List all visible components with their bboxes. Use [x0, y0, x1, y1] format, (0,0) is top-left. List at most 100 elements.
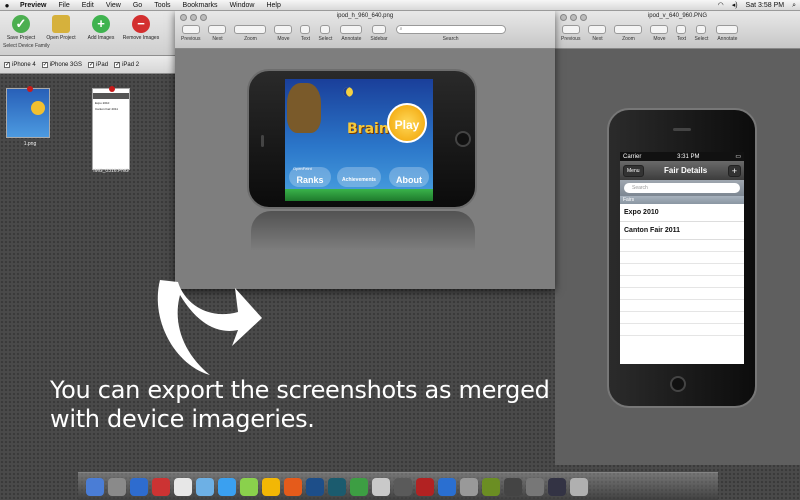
- finder-icon[interactable]: [86, 477, 104, 496]
- sidebar-button[interactable]: Sidebar: [370, 25, 388, 42]
- ios-status-bar: Carrier 3:31 PM ▭: [620, 152, 744, 161]
- checkmark-icon: ✓: [41, 61, 48, 68]
- thumbnail-1-caption: 1.png: [23, 141, 37, 147]
- ios-nav-bar: Menu Fair Details +: [620, 161, 744, 180]
- dock: [78, 472, 718, 500]
- about-button[interactable]: About: [389, 167, 429, 187]
- checkmark-icon: ✓: [114, 61, 121, 68]
- launchpad-icon[interactable]: [108, 477, 126, 496]
- spotlight-icon[interactable]: ⌕: [792, 0, 796, 11]
- menu-bookmarks[interactable]: Bookmarks: [177, 0, 224, 11]
- menu-tools[interactable]: Tools: [148, 0, 176, 11]
- text-button[interactable]: Text: [300, 25, 311, 42]
- appstore-icon[interactable]: [218, 477, 236, 496]
- clock[interactable]: Sat 3:58 PM: [746, 0, 785, 11]
- list-item[interactable]: Expo 2010: [620, 204, 744, 222]
- thumbnail-1[interactable]: [6, 86, 50, 138]
- annotate-button[interactable]: Annotate: [716, 25, 739, 42]
- menu-go[interactable]: Go: [127, 0, 148, 11]
- caption-line-1: You can export the screenshots as merged: [50, 376, 550, 404]
- menu-view[interactable]: View: [100, 0, 127, 11]
- thumbnail-2[interactable]: Expo 2010 Canton Fair 2011: [92, 86, 130, 170]
- previous-button[interactable]: Previous: [561, 25, 580, 42]
- checkbox-iphone4[interactable]: ✓ iPhone 4: [4, 61, 36, 68]
- achievements-button[interactable]: Achievements: [337, 167, 381, 187]
- save-icon: ✓: [12, 15, 30, 33]
- app-icon[interactable]: [504, 477, 522, 496]
- play-badge-icon: [31, 101, 45, 115]
- window-title: ipod_h_960_640.png: [336, 13, 394, 19]
- list-item[interactable]: Canton Fair 2011: [620, 222, 744, 240]
- menu-file[interactable]: File: [52, 0, 75, 11]
- window-titlebar[interactable]: ipod_h_960_640.png Previous Next Zoom Mo…: [175, 11, 555, 49]
- app-icon[interactable]: [482, 477, 500, 496]
- messages-icon[interactable]: [240, 477, 258, 496]
- speaker-grille: [261, 135, 264, 147]
- photoshop-icon[interactable]: [306, 477, 324, 496]
- plus-icon: +: [92, 15, 110, 33]
- openfeint-label: OpenFeint: [293, 166, 312, 171]
- grass-decoration: [285, 189, 433, 201]
- menu-window[interactable]: Window: [224, 0, 261, 11]
- checkbox-ipad[interactable]: ✓ iPad: [88, 61, 108, 68]
- move-button[interactable]: Move: [274, 25, 293, 42]
- pin-icon: [27, 86, 33, 92]
- system-preferences-icon[interactable]: [460, 477, 478, 496]
- previous-button[interactable]: Previous: [181, 25, 200, 42]
- device-family-bar: ✓ iPhone 4 ✓ iPhone 3GS ✓ iPad ✓ iPad 2: [0, 56, 175, 74]
- app-icon[interactable]: [526, 477, 544, 496]
- itunes-icon[interactable]: [350, 477, 368, 496]
- search-input[interactable]: ⌕: [395, 25, 506, 34]
- apple-menu-icon[interactable]: ●: [0, 0, 14, 11]
- next-button[interactable]: Next: [588, 25, 607, 42]
- volume-icon[interactable]: ◂): [732, 0, 738, 11]
- window-title: ipod_v_640_960.PNG: [647, 13, 708, 19]
- window-toolbar: Previous Next Zoom Move Text Select Anno…: [181, 25, 549, 42]
- caption-line-2: with device imageries.: [50, 405, 315, 433]
- search-field[interactable]: ⌕ Search: [395, 25, 506, 42]
- chrome-icon[interactable]: [262, 477, 280, 496]
- curved-arrow-icon: [157, 280, 262, 375]
- annotate-button[interactable]: Annotate: [340, 25, 363, 42]
- preview-icon[interactable]: [372, 477, 390, 496]
- search-input[interactable]: Search: [624, 183, 740, 193]
- checkbox-iphone3gs[interactable]: ✓ iPhone 3GS: [41, 61, 82, 68]
- home-button: [455, 131, 471, 147]
- checkbox-ipad2[interactable]: ✓ iPad 2: [114, 61, 139, 68]
- add-button[interactable]: +: [727, 164, 741, 177]
- ios-search-bar: Search: [620, 180, 744, 196]
- wifi-icon[interactable]: ◠: [718, 0, 724, 11]
- zoom-button[interactable]: Zoom: [234, 25, 267, 42]
- select-button[interactable]: Select: [694, 25, 708, 42]
- window-titlebar[interactable]: ipod_v_640_960.PNG Previous Next Zoom Mo…: [555, 11, 800, 49]
- menu-edit[interactable]: Edit: [76, 0, 100, 11]
- next-button[interactable]: Next: [208, 25, 227, 42]
- trash-icon[interactable]: [570, 477, 588, 496]
- menu-preview[interactable]: Preview: [14, 0, 52, 11]
- mail-icon[interactable]: [196, 477, 214, 496]
- select-button[interactable]: Select: [318, 25, 332, 42]
- ipod-portrait-device: Carrier 3:31 PM ▭ Menu Fair Details + Se…: [607, 108, 757, 408]
- calendar-icon[interactable]: [152, 477, 170, 496]
- safari-icon[interactable]: [130, 477, 148, 496]
- firefox-icon[interactable]: [284, 477, 302, 496]
- menu-button[interactable]: Menu: [623, 164, 644, 177]
- menu-help[interactable]: Help: [260, 0, 286, 11]
- ipod-landscape-device: Brain Play Ranks Achievements About Open…: [247, 69, 477, 209]
- terminal-icon[interactable]: [394, 477, 412, 496]
- section-header: Fairs: [620, 196, 744, 204]
- xcode-icon[interactable]: [438, 477, 456, 496]
- filezilla-icon[interactable]: [416, 477, 434, 496]
- textedit-icon[interactable]: [174, 477, 192, 496]
- move-button[interactable]: Move: [650, 25, 669, 42]
- device-family-label: Select Device Family: [3, 43, 50, 49]
- app-icon[interactable]: [548, 477, 566, 496]
- text-button[interactable]: Text: [676, 25, 687, 42]
- speaker-grille: [673, 128, 691, 131]
- zoom-button[interactable]: Zoom: [614, 25, 643, 42]
- battery-icon: ▭: [735, 154, 741, 160]
- checkmark-icon: ✓: [4, 61, 11, 68]
- dreamweaver-icon[interactable]: [328, 477, 346, 496]
- play-button[interactable]: Play: [387, 103, 427, 143]
- owl-tree-icon: [287, 83, 321, 133]
